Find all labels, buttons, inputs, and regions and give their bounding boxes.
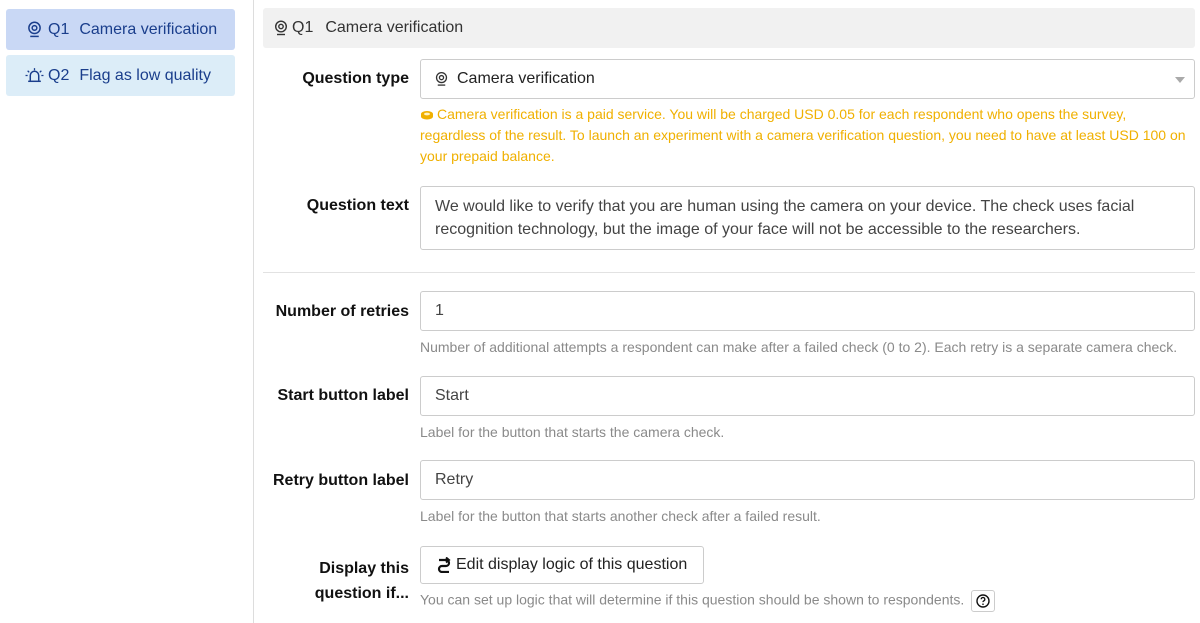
coins-icon [420, 105, 434, 120]
edit-display-logic-button-label: Edit display logic of this question [456, 556, 688, 573]
chevron-down-icon[interactable] [1175, 77, 1185, 83]
paid-service-warning-text: Camera verification is a paid service. Y… [420, 106, 1186, 164]
question-header: Q1 Camera verification [263, 8, 1195, 48]
question-number: Q1 [292, 19, 314, 36]
start-button-help: Label for the button that starts the cam… [420, 424, 725, 440]
paid-service-warning: Camera verification is a paid service. Y… [420, 104, 1195, 167]
retry-button-label-label: Retry button label [272, 472, 409, 489]
edit-display-logic-button[interactable]: Edit display logic of this question [420, 546, 704, 584]
question-type-label: Question type [302, 70, 409, 87]
display-logic-label: Display this question if... [315, 556, 409, 606]
section-divider [263, 272, 1195, 273]
logic-branch-icon [435, 556, 453, 574]
alarm-flag-icon [24, 66, 44, 86]
retries-label: Number of retries [275, 303, 409, 320]
sidebar-item-number: Q2 [48, 66, 70, 84]
retries-input[interactable]: 1 [420, 291, 1195, 331]
sidebar-item-q1[interactable]: Q1 Camera verification [6, 9, 235, 50]
sidebar-item-label: Camera verification [79, 20, 218, 38]
retries-help: Number of additional attempts a responde… [420, 339, 1178, 355]
question-text-field[interactable]: We would like to verify that you are hum… [420, 186, 1195, 250]
question-type-value: Camera verification [457, 70, 595, 87]
sidebar-item-number: Q1 [48, 20, 70, 38]
display-logic-help: You can set up logic that will determine… [420, 590, 996, 612]
question-type-select[interactable]: Camera verification [420, 59, 1195, 99]
question-text-label: Question text [306, 197, 409, 214]
help-icon[interactable] [971, 590, 996, 612]
sidebar-item-label: Flag as low quality [79, 66, 211, 84]
sidebar-item-q2[interactable]: Q2 Flag as low quality [6, 55, 235, 96]
retry-button-help: Label for the button that starts another… [420, 508, 821, 524]
start-button-label-label: Start button label [277, 387, 409, 404]
display-logic-label-line2: question if... [314, 585, 409, 602]
camera-pin-icon [24, 20, 44, 40]
camera-pin-icon [271, 18, 291, 38]
question-title: Camera verification [325, 19, 464, 36]
retry-button-label-input[interactable]: Retry [420, 460, 1195, 500]
display-logic-label-line1: Display this [319, 560, 409, 577]
start-button-label-input[interactable]: Start [420, 376, 1195, 416]
sidebar-divider [253, 0, 254, 623]
display-logic-help-text: You can set up logic that will determine… [420, 591, 965, 608]
camera-pin-icon [432, 70, 450, 88]
question-sidebar: Q1 Camera verification Q2 Flag as low qu… [0, 0, 240, 623]
